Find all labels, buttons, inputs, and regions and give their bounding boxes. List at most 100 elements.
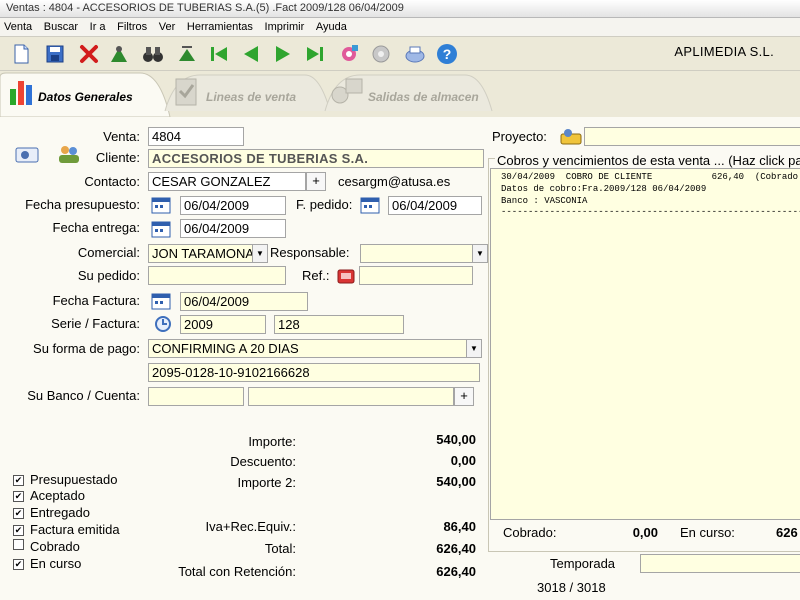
comercial-select[interactable]: JON TARAMONA ▼ bbox=[148, 244, 268, 263]
window-title-bar: Ventas : 4804 - ACCESORIOS DE TUBERIAS S… bbox=[0, 0, 800, 18]
chevron-down-icon[interactable]: ▼ bbox=[466, 340, 481, 357]
calendar-icon[interactable] bbox=[359, 195, 381, 215]
reference-icon[interactable] bbox=[335, 266, 357, 286]
checkbox-mark[interactable] bbox=[13, 539, 24, 550]
first-record-icon[interactable] bbox=[206, 41, 232, 67]
company-name: APLIMEDIA S.L. bbox=[674, 44, 774, 59]
project-lookup-icon[interactable] bbox=[558, 125, 584, 147]
last-record-icon[interactable] bbox=[302, 41, 328, 67]
previous-record-icon[interactable] bbox=[238, 41, 264, 67]
checkbox-en-curso[interactable]: ✔ En curso bbox=[13, 556, 81, 572]
menu-bar: Venta Buscar Ir a Filtros Ver Herramient… bbox=[0, 18, 800, 37]
banco-field[interactable] bbox=[148, 387, 244, 406]
menu-imprimir[interactable]: Imprimir bbox=[261, 18, 309, 36]
fecha-presupuesto-label: Fecha presupuesto: bbox=[25, 197, 140, 212]
chevron-down-icon[interactable]: ▼ bbox=[252, 245, 267, 262]
cobro-line: Datos de cobro:Fra.2009/128 06/04/2009 bbox=[501, 184, 707, 194]
tab-salidas-de-almacen[interactable]: Salidas de almacen bbox=[330, 71, 495, 117]
checkbox-cobrado[interactable]: Cobrado bbox=[13, 539, 80, 555]
forma-pago-select[interactable]: CONFIRMING A 20 DIAS ▼ bbox=[148, 339, 482, 358]
calendar-icon[interactable] bbox=[150, 195, 172, 215]
calendar-icon[interactable] bbox=[150, 219, 172, 239]
venta-field[interactable]: 4804 bbox=[148, 127, 244, 146]
checkbox-entregado[interactable]: ✔ Entregado bbox=[13, 505, 90, 521]
new-document-icon[interactable] bbox=[8, 41, 34, 67]
navigate-icon[interactable] bbox=[106, 41, 132, 67]
checkbox-mark[interactable]: ✔ bbox=[13, 525, 24, 536]
fecha-presupuesto-field[interactable]: 06/04/2009 bbox=[180, 196, 286, 215]
total-value: 626,40 bbox=[436, 541, 476, 556]
en-curso-value: 626 bbox=[776, 525, 798, 540]
calendar-icon[interactable] bbox=[150, 291, 172, 311]
tab-datos-generales[interactable]: Datos Generales bbox=[0, 71, 170, 117]
menu-ayuda[interactable]: Ayuda bbox=[312, 18, 351, 36]
cuenta-field[interactable] bbox=[248, 387, 454, 406]
importe2-label: Importe 2: bbox=[237, 475, 296, 490]
iva-value: 86,40 bbox=[443, 519, 476, 534]
menu-ver[interactable]: Ver bbox=[155, 18, 180, 36]
checkbox-label: Entregado bbox=[30, 505, 90, 520]
go-icon[interactable] bbox=[174, 41, 200, 67]
temporada-field[interactable] bbox=[640, 554, 800, 573]
importe-label: Importe: bbox=[248, 434, 296, 449]
tab-lineas-de-venta[interactable]: Lineas de venta bbox=[170, 71, 330, 117]
print-icon[interactable] bbox=[402, 41, 428, 67]
client-card-icon[interactable] bbox=[14, 145, 40, 165]
menu-ir-a[interactable]: Ir a bbox=[86, 18, 110, 36]
factura-field[interactable]: 128 bbox=[274, 315, 404, 334]
responsable-select[interactable]: ▼ bbox=[360, 244, 488, 263]
serie-factura-label: Serie / Factura: bbox=[51, 316, 140, 331]
menu-filtros[interactable]: Filtros bbox=[113, 18, 151, 36]
save-icon[interactable] bbox=[42, 41, 68, 67]
cobro-line: 30/04/2009 COBRO DE CLIENTE 626,40 (Cobr… bbox=[501, 172, 799, 182]
fecha-factura-field[interactable]: 06/04/2009 bbox=[180, 292, 308, 311]
tools-icon[interactable] bbox=[336, 41, 362, 67]
checkbox-label: Aceptado bbox=[30, 488, 85, 503]
ref-label: Ref.: bbox=[302, 268, 330, 283]
ref-field[interactable] bbox=[359, 266, 473, 285]
checkbox-mark[interactable]: ✔ bbox=[13, 475, 24, 486]
contacto-field[interactable]: CESAR GONZALEZ bbox=[148, 172, 306, 191]
proyecto-label: Proyecto: bbox=[492, 129, 547, 144]
su-pedido-field[interactable] bbox=[148, 266, 286, 285]
settings-icon[interactable] bbox=[368, 41, 394, 67]
add-contact-button[interactable]: + bbox=[306, 172, 326, 191]
next-record-icon[interactable] bbox=[270, 41, 296, 67]
proyecto-field[interactable] bbox=[584, 127, 800, 146]
menu-buscar[interactable]: Buscar bbox=[40, 18, 82, 36]
chevron-down-icon[interactable]: ▼ bbox=[472, 245, 487, 262]
iva-label: Iva+Rec.Equiv.: bbox=[205, 519, 296, 534]
fecha-entrega-field[interactable]: 06/04/2009 bbox=[180, 219, 286, 238]
refresh-series-icon[interactable] bbox=[152, 314, 174, 334]
importe-value: 540,00 bbox=[436, 432, 476, 447]
importe2-value: 540,00 bbox=[436, 474, 476, 489]
delete-icon[interactable] bbox=[76, 41, 102, 67]
serie-field[interactable]: 2009 bbox=[180, 315, 266, 334]
contact-email: cesargm@atusa.es bbox=[338, 174, 451, 189]
tab-strip: Datos Generales Lineas de venta Salidas … bbox=[0, 71, 800, 117]
cobros-list[interactable]: 30/04/2009 COBRO DE CLIENTE 626,40 (Cobr… bbox=[490, 168, 800, 520]
checkbox-mark[interactable]: ✔ bbox=[13, 508, 24, 519]
total-label: Total: bbox=[264, 541, 296, 556]
checkbox-label: Presupuestado bbox=[30, 472, 118, 487]
search-binoculars-icon[interactable] bbox=[140, 41, 166, 67]
comercial-label: Comercial: bbox=[77, 245, 140, 260]
fecha-pedido-field[interactable]: 06/04/2009 bbox=[388, 196, 482, 215]
checkbox-mark[interactable]: ✔ bbox=[13, 491, 24, 502]
add-bank-account-button[interactable]: + bbox=[454, 387, 474, 406]
total-retencion-label: Total con Retención: bbox=[178, 564, 296, 579]
menu-venta[interactable]: Venta bbox=[0, 18, 36, 36]
record-counter: 3018 / 3018 bbox=[537, 580, 606, 595]
cliente-field[interactable]: ACCESORIOS DE TUBERIAS S.A. bbox=[148, 149, 484, 168]
fecha-entrega-label: Fecha entrega: bbox=[52, 220, 140, 235]
svg-text:?: ? bbox=[443, 46, 452, 62]
checkbox-factura-emitida[interactable]: ✔ Factura emitida bbox=[13, 522, 120, 538]
help-icon[interactable]: ? bbox=[434, 41, 460, 67]
menu-herramientas[interactable]: Herramientas bbox=[183, 18, 257, 36]
checkbox-presupuestado[interactable]: ✔ Presupuestado bbox=[13, 472, 117, 488]
tab-label: Lineas de venta bbox=[206, 90, 297, 104]
en-curso-label: En curso: bbox=[680, 525, 735, 540]
checkbox-aceptado[interactable]: ✔ Aceptado bbox=[13, 488, 85, 504]
payment-account-field[interactable]: 2095-0128-10-9102166628 bbox=[148, 363, 480, 382]
checkbox-mark[interactable]: ✔ bbox=[13, 559, 24, 570]
